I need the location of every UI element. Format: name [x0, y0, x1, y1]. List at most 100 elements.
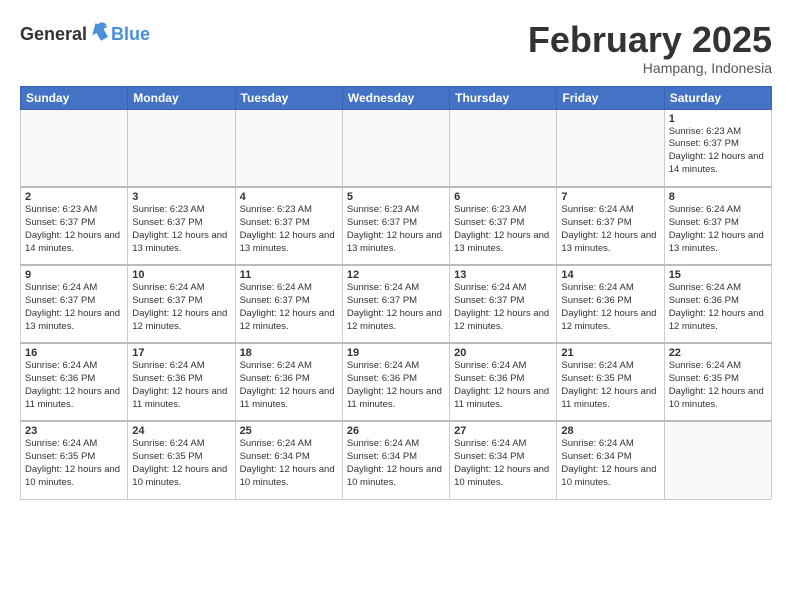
day-number: 12 — [347, 269, 445, 281]
day-number: 2 — [25, 191, 123, 203]
calendar-week-1: 1Sunrise: 6:23 AM Sunset: 6:37 PM Daylig… — [21, 109, 772, 187]
table-row: 19Sunrise: 6:24 AM Sunset: 6:36 PM Dayli… — [342, 343, 449, 421]
day-info: Sunrise: 6:23 AM Sunset: 6:37 PM Dayligh… — [240, 204, 338, 255]
day-info: Sunrise: 6:24 AM Sunset: 6:36 PM Dayligh… — [347, 360, 445, 411]
table-row: 13Sunrise: 6:24 AM Sunset: 6:37 PM Dayli… — [450, 265, 557, 343]
table-row: 11Sunrise: 6:24 AM Sunset: 6:37 PM Dayli… — [235, 265, 342, 343]
calendar-week-4: 16Sunrise: 6:24 AM Sunset: 6:36 PM Dayli… — [21, 343, 772, 421]
day-number: 14 — [561, 269, 659, 281]
table-row — [128, 109, 235, 187]
day-number: 3 — [132, 191, 230, 203]
day-info: Sunrise: 6:24 AM Sunset: 6:37 PM Dayligh… — [454, 282, 552, 333]
day-number: 26 — [347, 425, 445, 437]
day-number: 27 — [454, 425, 552, 437]
table-row: 12Sunrise: 6:24 AM Sunset: 6:37 PM Dayli… — [342, 265, 449, 343]
table-row: 15Sunrise: 6:24 AM Sunset: 6:36 PM Dayli… — [664, 265, 771, 343]
table-row: 5Sunrise: 6:23 AM Sunset: 6:37 PM Daylig… — [342, 187, 449, 265]
day-number: 20 — [454, 347, 552, 359]
table-row — [557, 109, 664, 187]
calendar-week-2: 2Sunrise: 6:23 AM Sunset: 6:37 PM Daylig… — [21, 187, 772, 265]
table-row: 16Sunrise: 6:24 AM Sunset: 6:36 PM Dayli… — [21, 343, 128, 421]
day-info: Sunrise: 6:24 AM Sunset: 6:36 PM Dayligh… — [669, 282, 767, 333]
table-row: 26Sunrise: 6:24 AM Sunset: 6:34 PM Dayli… — [342, 421, 449, 499]
table-row: 22Sunrise: 6:24 AM Sunset: 6:35 PM Dayli… — [664, 343, 771, 421]
table-row: 6Sunrise: 6:23 AM Sunset: 6:37 PM Daylig… — [450, 187, 557, 265]
table-row — [21, 109, 128, 187]
day-number: 15 — [669, 269, 767, 281]
day-info: Sunrise: 6:24 AM Sunset: 6:37 PM Dayligh… — [132, 282, 230, 333]
day-info: Sunrise: 6:24 AM Sunset: 6:37 PM Dayligh… — [561, 204, 659, 255]
day-info: Sunrise: 6:24 AM Sunset: 6:37 PM Dayligh… — [347, 282, 445, 333]
col-wednesday: Wednesday — [342, 86, 449, 109]
table-row: 21Sunrise: 6:24 AM Sunset: 6:35 PM Dayli… — [557, 343, 664, 421]
calendar-header-row: Sunday Monday Tuesday Wednesday Thursday… — [21, 86, 772, 109]
table-row — [664, 421, 771, 499]
day-number: 9 — [25, 269, 123, 281]
day-info: Sunrise: 6:24 AM Sunset: 6:35 PM Dayligh… — [132, 438, 230, 489]
table-row: 20Sunrise: 6:24 AM Sunset: 6:36 PM Dayli… — [450, 343, 557, 421]
table-row: 17Sunrise: 6:24 AM Sunset: 6:36 PM Dayli… — [128, 343, 235, 421]
day-info: Sunrise: 6:24 AM Sunset: 6:34 PM Dayligh… — [454, 438, 552, 489]
day-info: Sunrise: 6:24 AM Sunset: 6:36 PM Dayligh… — [561, 282, 659, 333]
day-number: 7 — [561, 191, 659, 203]
table-row — [450, 109, 557, 187]
table-row: 24Sunrise: 6:24 AM Sunset: 6:35 PM Dayli… — [128, 421, 235, 499]
day-info: Sunrise: 6:24 AM Sunset: 6:36 PM Dayligh… — [240, 360, 338, 411]
calendar-table: Sunday Monday Tuesday Wednesday Thursday… — [20, 86, 772, 500]
day-info: Sunrise: 6:23 AM Sunset: 6:37 PM Dayligh… — [347, 204, 445, 255]
day-number: 24 — [132, 425, 230, 437]
day-info: Sunrise: 6:24 AM Sunset: 6:35 PM Dayligh… — [669, 360, 767, 411]
day-number: 17 — [132, 347, 230, 359]
day-number: 22 — [669, 347, 767, 359]
day-info: Sunrise: 6:24 AM Sunset: 6:35 PM Dayligh… — [561, 360, 659, 411]
logo-general: General — [20, 24, 87, 45]
col-friday: Friday — [557, 86, 664, 109]
table-row: 3Sunrise: 6:23 AM Sunset: 6:37 PM Daylig… — [128, 187, 235, 265]
day-number: 28 — [561, 425, 659, 437]
calendar-week-3: 9Sunrise: 6:24 AM Sunset: 6:37 PM Daylig… — [21, 265, 772, 343]
logo: General Blue — [20, 20, 150, 48]
day-info: Sunrise: 6:24 AM Sunset: 6:34 PM Dayligh… — [561, 438, 659, 489]
day-info: Sunrise: 6:23 AM Sunset: 6:37 PM Dayligh… — [25, 204, 123, 255]
col-tuesday: Tuesday — [235, 86, 342, 109]
day-number: 8 — [669, 191, 767, 203]
day-number: 21 — [561, 347, 659, 359]
table-row: 28Sunrise: 6:24 AM Sunset: 6:34 PM Dayli… — [557, 421, 664, 499]
table-row: 2Sunrise: 6:23 AM Sunset: 6:37 PM Daylig… — [21, 187, 128, 265]
col-sunday: Sunday — [21, 86, 128, 109]
day-number: 13 — [454, 269, 552, 281]
day-number: 6 — [454, 191, 552, 203]
col-thursday: Thursday — [450, 86, 557, 109]
day-info: Sunrise: 6:24 AM Sunset: 6:36 PM Dayligh… — [25, 360, 123, 411]
table-row: 14Sunrise: 6:24 AM Sunset: 6:36 PM Dayli… — [557, 265, 664, 343]
header: General Blue February 2025 Hampang, Indo… — [20, 20, 772, 76]
calendar-week-5: 23Sunrise: 6:24 AM Sunset: 6:35 PM Dayli… — [21, 421, 772, 499]
day-number: 4 — [240, 191, 338, 203]
day-info: Sunrise: 6:24 AM Sunset: 6:37 PM Dayligh… — [240, 282, 338, 333]
day-info: Sunrise: 6:23 AM Sunset: 6:37 PM Dayligh… — [132, 204, 230, 255]
table-row: 7Sunrise: 6:24 AM Sunset: 6:37 PM Daylig… — [557, 187, 664, 265]
day-number: 25 — [240, 425, 338, 437]
table-row: 1Sunrise: 6:23 AM Sunset: 6:37 PM Daylig… — [664, 109, 771, 187]
day-info: Sunrise: 6:24 AM Sunset: 6:34 PM Dayligh… — [347, 438, 445, 489]
day-info: Sunrise: 6:23 AM Sunset: 6:37 PM Dayligh… — [454, 204, 552, 255]
title-area: February 2025 Hampang, Indonesia — [528, 20, 772, 76]
location: Hampang, Indonesia — [528, 60, 772, 76]
day-info: Sunrise: 6:23 AM Sunset: 6:37 PM Dayligh… — [669, 126, 767, 177]
day-info: Sunrise: 6:24 AM Sunset: 6:36 PM Dayligh… — [454, 360, 552, 411]
day-number: 16 — [25, 347, 123, 359]
day-info: Sunrise: 6:24 AM Sunset: 6:37 PM Dayligh… — [25, 282, 123, 333]
day-info: Sunrise: 6:24 AM Sunset: 6:36 PM Dayligh… — [132, 360, 230, 411]
day-number: 19 — [347, 347, 445, 359]
table-row: 23Sunrise: 6:24 AM Sunset: 6:35 PM Dayli… — [21, 421, 128, 499]
day-number: 18 — [240, 347, 338, 359]
month-title: February 2025 — [528, 20, 772, 60]
table-row: 10Sunrise: 6:24 AM Sunset: 6:37 PM Dayli… — [128, 265, 235, 343]
day-number: 5 — [347, 191, 445, 203]
table-row — [235, 109, 342, 187]
page: General Blue February 2025 Hampang, Indo… — [0, 0, 792, 612]
logo-bird-icon — [89, 20, 111, 48]
day-number: 11 — [240, 269, 338, 281]
col-saturday: Saturday — [664, 86, 771, 109]
logo-blue: Blue — [111, 24, 150, 45]
